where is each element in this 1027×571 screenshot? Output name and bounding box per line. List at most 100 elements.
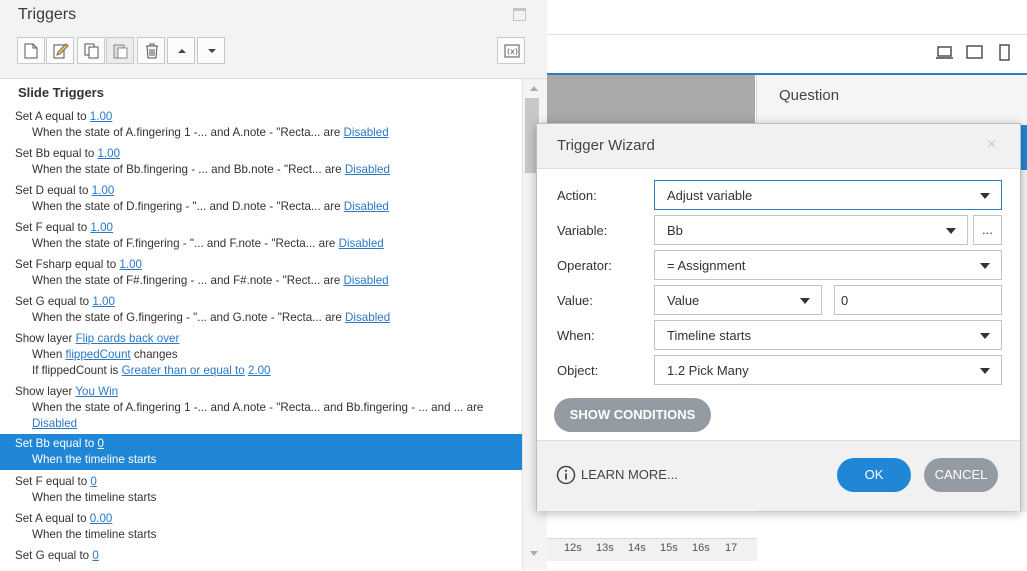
move-up-button[interactable]	[167, 37, 195, 64]
arrow-down-icon	[208, 49, 216, 53]
action-value: Adjust variable	[667, 188, 753, 203]
variables-browse-button[interactable]: ...	[973, 215, 1002, 245]
trigger-value-link[interactable]: 1.00	[90, 110, 113, 123]
chevron-down-icon	[946, 228, 956, 234]
timeline-tick: 16s	[692, 542, 710, 554]
move-down-button[interactable]	[197, 37, 225, 64]
trigger-item[interactable]: Set G equal to 1.00 When the state of G.…	[0, 294, 522, 330]
learn-more-link[interactable]: LEARN MORE...	[581, 467, 678, 482]
timeline-tick: 15s	[660, 542, 678, 554]
trigger-item[interactable]: Set Bb equal to 1.00 When the state of B…	[0, 146, 522, 182]
operator-select[interactable]: = Assignment	[654, 250, 1002, 280]
variable-link[interactable]: flippedCount	[66, 348, 131, 361]
copy-button[interactable]	[77, 37, 105, 64]
show-conditions-button[interactable]: SHOW CONDITIONS	[554, 398, 711, 432]
desktop-view-icon[interactable]	[936, 46, 954, 60]
trigger-item[interactable]: Set F equal to 1.00 When the state of F.…	[0, 220, 522, 256]
phone-view-icon[interactable]	[999, 44, 1011, 61]
value-label: Value:	[557, 293, 593, 308]
trigger-value-link[interactable]: 1.00	[92, 295, 115, 308]
trigger-action-line: Set A equal to 0.00	[15, 511, 112, 527]
trigger-value-link[interactable]: 1.00	[98, 147, 121, 160]
panel-restore-icon[interactable]	[513, 8, 526, 21]
trigger-item[interactable]: Set G equal to 0	[0, 548, 522, 568]
trigger-item[interactable]: Set Fsharp equal to 1.00 When the state …	[0, 257, 522, 293]
trigger-state-link[interactable]: Disabled	[345, 163, 390, 176]
trigger-action-text: Set A equal to	[15, 512, 90, 525]
trigger-condition-line: When the state of Bb.fingering - ... and…	[32, 162, 390, 178]
trigger-action-line: Set D equal to 1.00	[15, 183, 114, 199]
trigger-item[interactable]: Set A equal to 1.00 When the state of A.…	[0, 109, 522, 145]
action-select[interactable]: Adjust variable	[654, 180, 1002, 210]
when-label: When:	[557, 328, 595, 343]
trigger-value-link[interactable]: 0	[90, 475, 96, 488]
value-input[interactable]: 0	[834, 285, 1002, 315]
trigger-action-line: Set G equal to 0	[15, 548, 99, 564]
trigger-action-line: Show layer Flip cards back over	[15, 331, 179, 347]
timeline-tick: 14s	[628, 542, 646, 554]
trigger-value-link[interactable]: 1.00	[92, 184, 115, 197]
compare-value-link[interactable]: 2.00	[248, 364, 271, 377]
timeline-tick: 13s	[596, 542, 614, 554]
paste-icon	[113, 44, 128, 59]
manage-variables-button[interactable]: (x)	[497, 37, 525, 64]
trigger-state-link[interactable]: Disabled	[344, 200, 389, 213]
scroll-down-icon[interactable]	[529, 550, 539, 558]
layer-link[interactable]: You Win	[75, 385, 118, 398]
operator-link[interactable]: Greater than or equal to	[122, 364, 245, 377]
trigger-action-text: Show layer	[15, 332, 76, 345]
trigger-state-link[interactable]: Disabled	[339, 237, 384, 250]
background-title-area	[547, 0, 1027, 35]
scroll-up-icon[interactable]	[529, 84, 539, 92]
device-preview-toolbar	[547, 35, 1027, 75]
variable-select[interactable]: Bb	[654, 215, 968, 245]
variables-icon: (x)	[504, 44, 520, 58]
chevron-down-icon	[980, 263, 990, 269]
info-icon[interactable]	[556, 465, 576, 485]
ok-button[interactable]: OK	[837, 458, 911, 492]
trigger-item[interactable]: Set A equal to 0.00 When the timeline st…	[0, 511, 522, 547]
trigger-state-link[interactable]: Disabled	[344, 126, 389, 139]
trigger-condition-text: When the timeline starts	[32, 528, 157, 541]
trigger-value-link[interactable]: 0	[92, 549, 98, 562]
delete-button[interactable]	[137, 37, 165, 64]
when-select[interactable]: Timeline starts	[654, 320, 1002, 350]
new-trigger-button[interactable]	[17, 37, 45, 64]
trigger-item-you-win[interactable]: Show layer You Win When the state of A.f…	[0, 384, 522, 436]
layer-link[interactable]: Flip cards back over	[76, 332, 180, 345]
cancel-button[interactable]: CANCEL	[924, 458, 998, 492]
trigger-action-text: Set Bb equal to	[15, 147, 98, 160]
trigger-state-link[interactable]: Disabled	[345, 311, 390, 324]
trigger-if-text: If flippedCount is	[32, 364, 122, 377]
trigger-action-text: Set F equal to	[15, 475, 91, 488]
tablet-view-icon[interactable]	[966, 45, 984, 60]
value-type-select[interactable]: Value	[654, 285, 822, 315]
trigger-value-link[interactable]: 1.00	[119, 258, 142, 271]
value-type-value: Value	[667, 293, 700, 308]
trigger-item-selected[interactable]: Set Bb equal to 0 When the timeline star…	[0, 434, 522, 470]
trigger-value-link[interactable]: 0	[98, 437, 104, 450]
trigger-condition-text: When the timeline starts	[32, 453, 157, 466]
trigger-state-link[interactable]: Disabled	[344, 274, 389, 287]
trigger-item-flip-cards[interactable]: Show layer Flip cards back over When fli…	[0, 331, 522, 383]
trigger-condition-line: When the state of A.fingering 1 -... and…	[32, 125, 389, 141]
trigger-item[interactable]: Set D equal to 1.00 When the state of D.…	[0, 183, 522, 219]
trigger-if-line: If flippedCount is Greater than or equal…	[32, 363, 271, 379]
trigger-value-link[interactable]: 0.00	[90, 512, 113, 525]
trigger-value-link[interactable]: 1.00	[90, 221, 113, 234]
edit-icon	[53, 43, 69, 59]
trigger-item[interactable]: Set F equal to 0 When the timeline start…	[0, 474, 522, 510]
object-select[interactable]: 1.2 Pick Many	[654, 355, 1002, 385]
trigger-state-link[interactable]: Disabled	[32, 417, 77, 430]
chevron-down-icon	[980, 193, 990, 199]
trigger-action-text: Show layer	[15, 385, 76, 398]
new-document-icon	[24, 43, 38, 59]
paste-button[interactable]	[106, 37, 134, 64]
trigger-action-line: Set G equal to 1.00	[15, 294, 115, 310]
trigger-action-line: Set F equal to 0	[15, 474, 97, 490]
trigger-condition-line: When the state of D.fingering - "... and…	[32, 199, 389, 215]
trigger-action-line: Show layer You Win	[15, 384, 118, 400]
variable-value: Bb	[667, 223, 683, 238]
edit-trigger-button[interactable]	[46, 37, 74, 64]
close-icon[interactable]: ×	[987, 136, 996, 154]
